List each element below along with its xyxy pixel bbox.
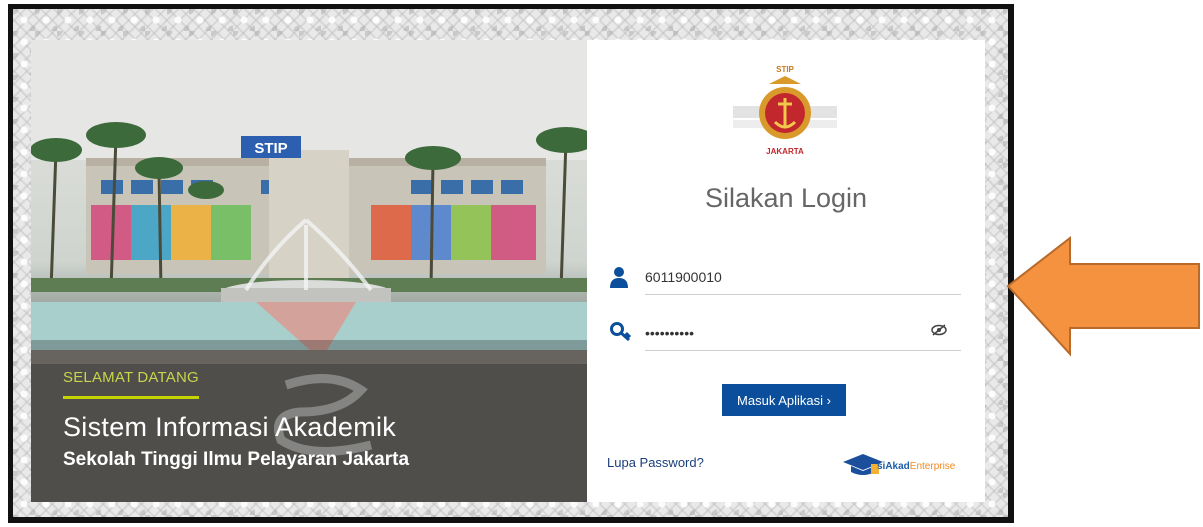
stip-logo: STIP JAKARTA bbox=[733, 65, 837, 156]
arrow-annotation-icon bbox=[1006, 236, 1200, 357]
welcome-label: SELAMAT DATANG bbox=[63, 369, 199, 386]
institution-name: Sekolah Tinggi Ilmu Pelayaran Jakarta bbox=[63, 449, 410, 470]
key-icon bbox=[610, 322, 632, 342]
siakad-enterprise-logo: siAkadEnterprise bbox=[843, 450, 963, 478]
user-icon bbox=[610, 267, 628, 288]
login-panel: STIP JAKARTA Silakan Login Masuk Aplikas… bbox=[587, 40, 985, 502]
building-sign: STIP bbox=[254, 140, 287, 157]
login-button[interactable]: Masuk Aplikasi › bbox=[722, 384, 846, 416]
username-input[interactable] bbox=[645, 262, 961, 295]
brand-suffix: Enterprise bbox=[909, 461, 956, 472]
system-title: Sistem Informasi Akademik bbox=[63, 412, 397, 442]
forgot-password-link[interactable]: Lupa Password? bbox=[607, 455, 704, 470]
password-input[interactable] bbox=[645, 318, 961, 351]
login-heading: Silakan Login bbox=[704, 183, 868, 213]
username-field bbox=[607, 258, 961, 298]
toggle-password-visibility-icon[interactable] bbox=[931, 324, 947, 336]
welcome-underline bbox=[63, 396, 199, 399]
logo-caption: JAKARTA bbox=[766, 147, 804, 156]
password-field bbox=[607, 314, 961, 354]
logo-top-text: STIP bbox=[776, 65, 794, 74]
brand-text: siAkadEnterprise bbox=[877, 461, 955, 472]
brand-name: siAkad bbox=[877, 461, 910, 472]
